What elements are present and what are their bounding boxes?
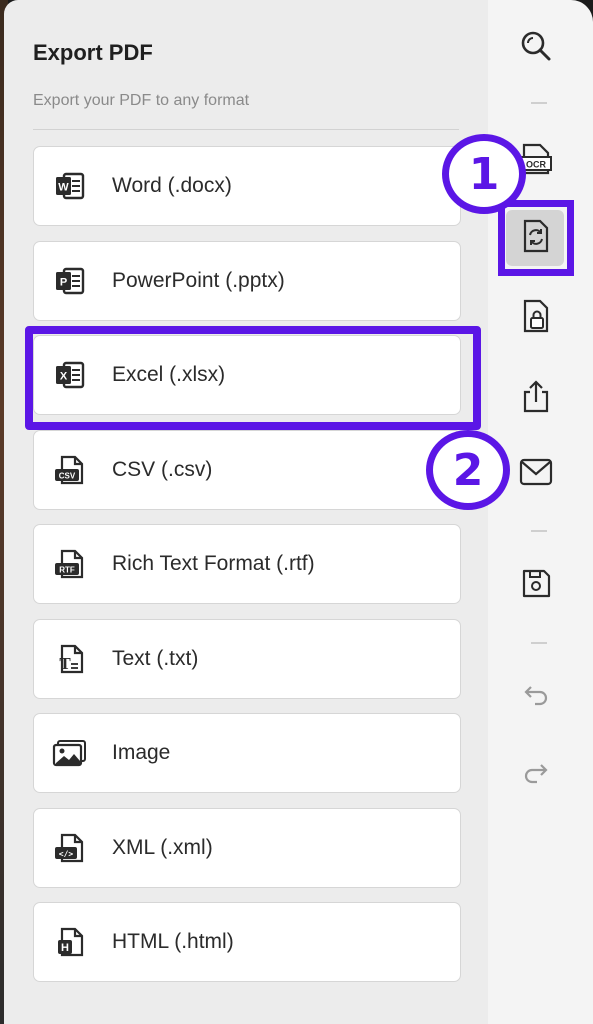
undo-icon [521, 679, 551, 714]
convert-highlight-box [498, 200, 574, 276]
word-icon: W [50, 166, 90, 206]
panel-title: Export PDF [33, 40, 153, 65]
option-label: Excel (.xlsx) [112, 363, 226, 386]
toolbar-separator [531, 530, 547, 532]
export-option-rtf[interactable]: RTF Rich Text Format (.rtf) [33, 524, 461, 604]
svg-text:</>: </> [59, 849, 74, 858]
toolbar-separator [531, 102, 547, 104]
excel-icon: X [50, 355, 90, 395]
csv-file-icon: CSV [50, 450, 90, 490]
powerpoint-icon: P [50, 261, 90, 301]
protect-button[interactable] [512, 294, 560, 342]
xml-file-icon: </> [50, 828, 90, 868]
divider [33, 129, 459, 130]
share-button[interactable] [512, 374, 560, 422]
option-label: Text (.txt) [112, 646, 199, 670]
option-label: Image [112, 741, 171, 764]
html-file-icon: H [50, 922, 90, 962]
step-2-marker: 2 [426, 430, 510, 510]
rtf-file-icon: RTF [50, 544, 90, 584]
undo-button[interactable] [512, 672, 560, 720]
export-option-excel[interactable]: X Excel (.xlsx) [25, 326, 481, 430]
toolbar-separator [531, 642, 547, 644]
export-option-word[interactable]: W Word (.docx) [33, 146, 461, 226]
step-1-marker: 1 [442, 134, 526, 214]
mail-icon [518, 456, 554, 493]
option-label: CSV (.csv) [112, 457, 213, 481]
option-label: PowerPoint (.pptx) [112, 268, 285, 292]
panel-subtitle: Export your PDF to any format [33, 92, 250, 109]
export-option-image[interactable]: Image [33, 713, 461, 793]
svg-text:X: X [60, 371, 68, 383]
export-format-list: W Word (.docx) P PowerPoint (.pptx) X Ex… [25, 146, 481, 997]
image-icon [50, 733, 90, 773]
svg-text:P: P [60, 276, 67, 288]
protect-icon [519, 298, 553, 339]
save-icon [519, 566, 553, 605]
export-option-text[interactable]: T Text (.txt) [33, 618, 461, 699]
option-label: Rich Text Format (.rtf) [112, 552, 315, 575]
export-option-powerpoint[interactable]: P PowerPoint (.pptx) [33, 240, 461, 321]
mail-button[interactable] [512, 450, 560, 498]
svg-text:W: W [58, 182, 69, 194]
export-option-csv[interactable]: CSV CSV (.csv) [33, 429, 461, 510]
search-icon [519, 29, 553, 68]
option-label: Word (.docx) [112, 174, 232, 197]
svg-text:CSV: CSV [59, 471, 76, 480]
redo-button[interactable] [512, 750, 560, 798]
export-option-html[interactable]: H HTML (.html) [33, 902, 461, 982]
redo-icon [521, 757, 551, 792]
option-label: XML (.xml) [112, 835, 213, 859]
svg-text:H: H [61, 942, 69, 954]
save-button[interactable] [512, 561, 560, 609]
svg-text:RTF: RTF [59, 566, 75, 575]
option-label: HTML (.html) [112, 930, 234, 953]
search-button[interactable] [512, 24, 560, 72]
excel-highlight-box [25, 326, 481, 430]
export-pdf-panel: Export PDF Export your PDF to any format… [4, 0, 488, 1024]
export-option-xml[interactable]: </> XML (.xml) [33, 807, 461, 888]
text-file-icon: T [50, 639, 90, 679]
svg-text:OCR: OCR [526, 159, 547, 169]
share-icon [519, 378, 553, 419]
svg-text:T: T [59, 654, 71, 673]
